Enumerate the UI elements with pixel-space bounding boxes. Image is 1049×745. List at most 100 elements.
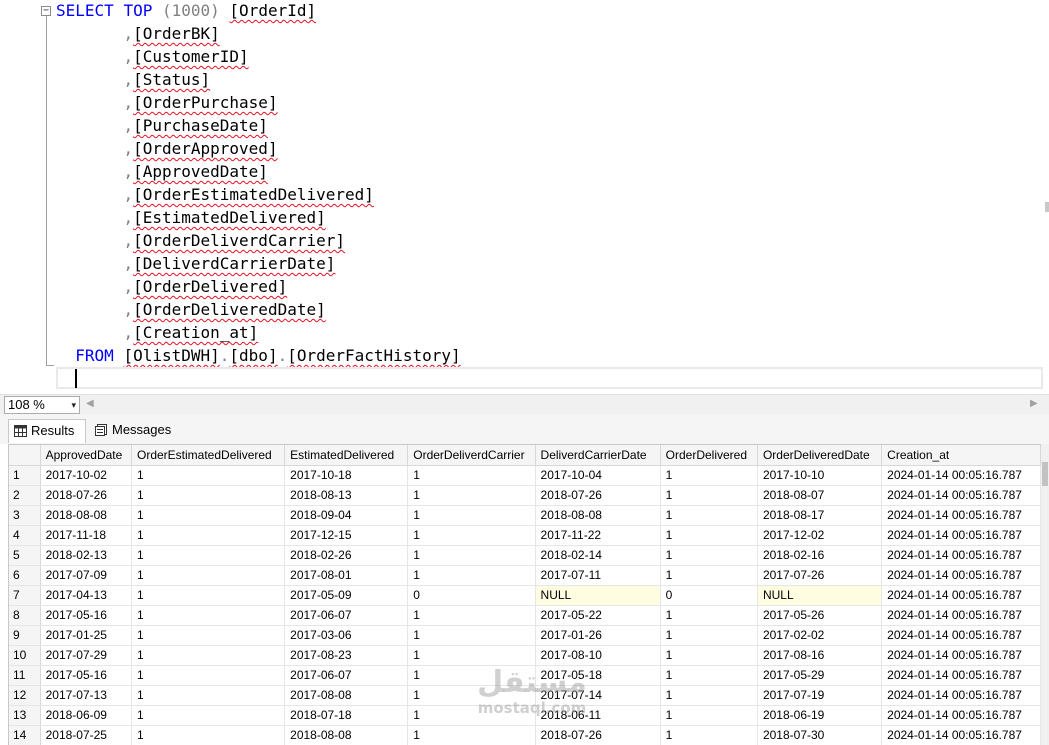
table-cell[interactable]: 2017-08-08	[284, 685, 409, 706]
table-cell[interactable]: 2017-10-10	[757, 465, 883, 486]
table-cell[interactable]: 2024-01-14 00:05:16.787	[881, 505, 1041, 526]
table-cell[interactable]: 1	[407, 505, 536, 526]
table-cell[interactable]: 2018-07-25	[40, 725, 133, 745]
table-cell[interactable]: 1	[407, 645, 536, 666]
table-cell[interactable]: 0	[407, 585, 536, 606]
table-cell[interactable]: 2017-05-18	[535, 665, 661, 686]
row-number[interactable]: 3	[9, 505, 41, 526]
table-cell[interactable]: 2017-08-10	[535, 645, 661, 666]
table-cell[interactable]: 1	[660, 545, 758, 566]
table-cell[interactable]: 1	[660, 665, 758, 686]
table-cell[interactable]: 2017-06-07	[284, 605, 409, 626]
table-row[interactable]: 14 2018-07-25 1 2018-08-08 1 2018-07-26 1 2018-…	[9, 725, 1041, 745]
table-cell[interactable]: 1	[407, 725, 536, 745]
table-cell[interactable]: 2017-01-26	[535, 625, 661, 646]
grid-corner-cell[interactable]	[9, 445, 41, 466]
table-cell[interactable]: 1	[407, 465, 536, 486]
table-cell[interactable]: NULL	[535, 585, 661, 606]
table-cell[interactable]: 2017-05-16	[40, 665, 133, 686]
row-number[interactable]: 11	[9, 665, 41, 686]
column-header[interactable]: Creation_at	[881, 445, 1041, 466]
column-header[interactable]: OrderDeliverdCarrier	[407, 445, 536, 466]
table-row[interactable]: 3 2018-08-08 1 2018-09-04 1 2018-08-08 1 2018-0…	[9, 505, 1041, 526]
tab-messages[interactable]: Messages	[90, 419, 182, 443]
column-header[interactable]: OrderDelivered	[660, 445, 758, 466]
row-number[interactable]: 6	[9, 565, 41, 586]
table-cell[interactable]: 2024-01-14 00:05:16.787	[881, 665, 1041, 686]
table-cell[interactable]: 2017-05-26	[757, 605, 883, 626]
table-cell[interactable]: 2024-01-14 00:05:16.787	[881, 485, 1041, 506]
table-cell[interactable]: 2017-11-18	[40, 525, 133, 546]
editor-scroll-marker[interactable]	[1045, 202, 1049, 212]
row-number[interactable]: 4	[9, 525, 41, 546]
row-number[interactable]: 14	[9, 725, 41, 745]
table-cell[interactable]: 1	[131, 565, 286, 586]
table-cell[interactable]: 2017-07-19	[757, 685, 883, 706]
table-row[interactable]: 9 2017-01-25 1 2017-03-06 1 2017-01-26 1 2017-0…	[9, 625, 1041, 646]
table-cell[interactable]: 2018-07-30	[757, 725, 883, 745]
table-cell[interactable]: 2018-02-16	[757, 545, 883, 566]
zoom-dropdown[interactable]: 108 % ▾	[4, 396, 80, 414]
table-cell[interactable]: 2018-06-09	[40, 705, 133, 726]
table-cell[interactable]: 2017-05-09	[284, 585, 409, 606]
row-number[interactable]: 12	[9, 685, 41, 706]
table-cell[interactable]: 1	[660, 465, 758, 486]
table-cell[interactable]: 2024-01-14 00:05:16.787	[881, 545, 1041, 566]
tab-results[interactable]: Results	[8, 419, 86, 443]
table-cell[interactable]: 2018-06-19	[757, 705, 883, 726]
table-cell[interactable]: 1	[407, 485, 536, 506]
row-number[interactable]: 10	[9, 645, 41, 666]
table-cell[interactable]: 2018-09-04	[284, 505, 409, 526]
table-cell[interactable]: 2017-02-02	[757, 625, 883, 646]
table-cell[interactable]: 2018-02-13	[40, 545, 133, 566]
table-cell[interactable]: 2017-08-23	[284, 645, 409, 666]
table-cell[interactable]: 1	[131, 665, 286, 686]
table-cell[interactable]: 1	[660, 505, 758, 526]
column-header[interactable]: ApprovedDate	[40, 445, 133, 466]
table-cell[interactable]: 1	[131, 725, 286, 745]
table-cell[interactable]: 2017-10-02	[40, 465, 133, 486]
table-row[interactable]: 1 2017-10-02 1 2017-10-18 1 2017-10-04 1 2017-1…	[9, 465, 1041, 486]
table-cell[interactable]: 1	[660, 525, 758, 546]
table-row[interactable]: 4 2017-11-18 1 2017-12-15 1 2017-11-22 1 2017-1…	[9, 525, 1041, 546]
table-cell[interactable]: 1	[131, 545, 286, 566]
table-cell[interactable]: 2018-07-26	[535, 485, 661, 506]
table-cell[interactable]: 1	[131, 645, 286, 666]
table-row[interactable]: 6 2017-07-09 1 2017-08-01 1 2017-07-11 1 2017-0…	[9, 565, 1041, 586]
table-row[interactable]: 10 2017-07-29 1 2017-08-23 1 2017-08-10 1 2017-…	[9, 645, 1041, 666]
table-cell[interactable]: 1	[131, 585, 286, 606]
table-cell[interactable]: 2018-02-14	[535, 545, 661, 566]
scroll-right-arrow-icon[interactable]: ▶	[1030, 398, 1038, 409]
table-cell[interactable]: 1	[407, 545, 536, 566]
column-header[interactable]: DeliverdCarrierDate	[535, 445, 661, 466]
table-cell[interactable]: 1	[660, 705, 758, 726]
table-cell[interactable]: 2024-01-14 00:05:16.787	[881, 605, 1041, 626]
table-cell[interactable]: 2018-07-26	[535, 725, 661, 745]
row-number[interactable]: 7	[9, 585, 41, 606]
table-cell[interactable]: 2017-07-29	[40, 645, 133, 666]
table-cell[interactable]: 2017-07-11	[535, 565, 661, 586]
table-cell[interactable]: 2018-06-11	[535, 705, 661, 726]
table-row[interactable]: 7 2017-04-13 1 2017-05-09 0 NULL 0 NULL 2024-01-…	[9, 585, 1041, 606]
table-cell[interactable]: 2024-01-14 00:05:16.787	[881, 525, 1041, 546]
table-cell[interactable]: NULL	[757, 585, 883, 606]
table-row[interactable]: 11 2017-05-16 1 2017-06-07 1 2017-05-18 1 2017-…	[9, 665, 1041, 686]
row-number[interactable]: 8	[9, 605, 41, 626]
table-cell[interactable]: 2018-08-17	[757, 505, 883, 526]
table-cell[interactable]: 1	[407, 525, 536, 546]
table-cell[interactable]: 1	[131, 525, 286, 546]
table-row[interactable]: 5 2018-02-13 1 2018-02-26 1 2018-02-14 1 2018-0…	[9, 545, 1041, 566]
table-cell[interactable]: 2024-01-14 00:05:16.787	[881, 725, 1041, 745]
table-cell[interactable]: 1	[660, 565, 758, 586]
table-cell[interactable]: 1	[660, 725, 758, 745]
table-cell[interactable]: 1	[407, 605, 536, 626]
table-cell[interactable]: 2017-08-01	[284, 565, 409, 586]
table-cell[interactable]: 2018-08-08	[284, 725, 409, 745]
table-cell[interactable]: 1	[407, 565, 536, 586]
table-cell[interactable]: 2017-05-22	[535, 605, 661, 626]
table-cell[interactable]: 2017-07-13	[40, 685, 133, 706]
chevron-down-icon[interactable]: ▾	[71, 397, 76, 413]
table-cell[interactable]: 2024-01-14 00:05:16.787	[881, 645, 1041, 666]
column-header[interactable]: OrderEstimatedDelivered	[131, 445, 286, 466]
table-cell[interactable]: 2024-01-14 00:05:16.787	[881, 705, 1041, 726]
